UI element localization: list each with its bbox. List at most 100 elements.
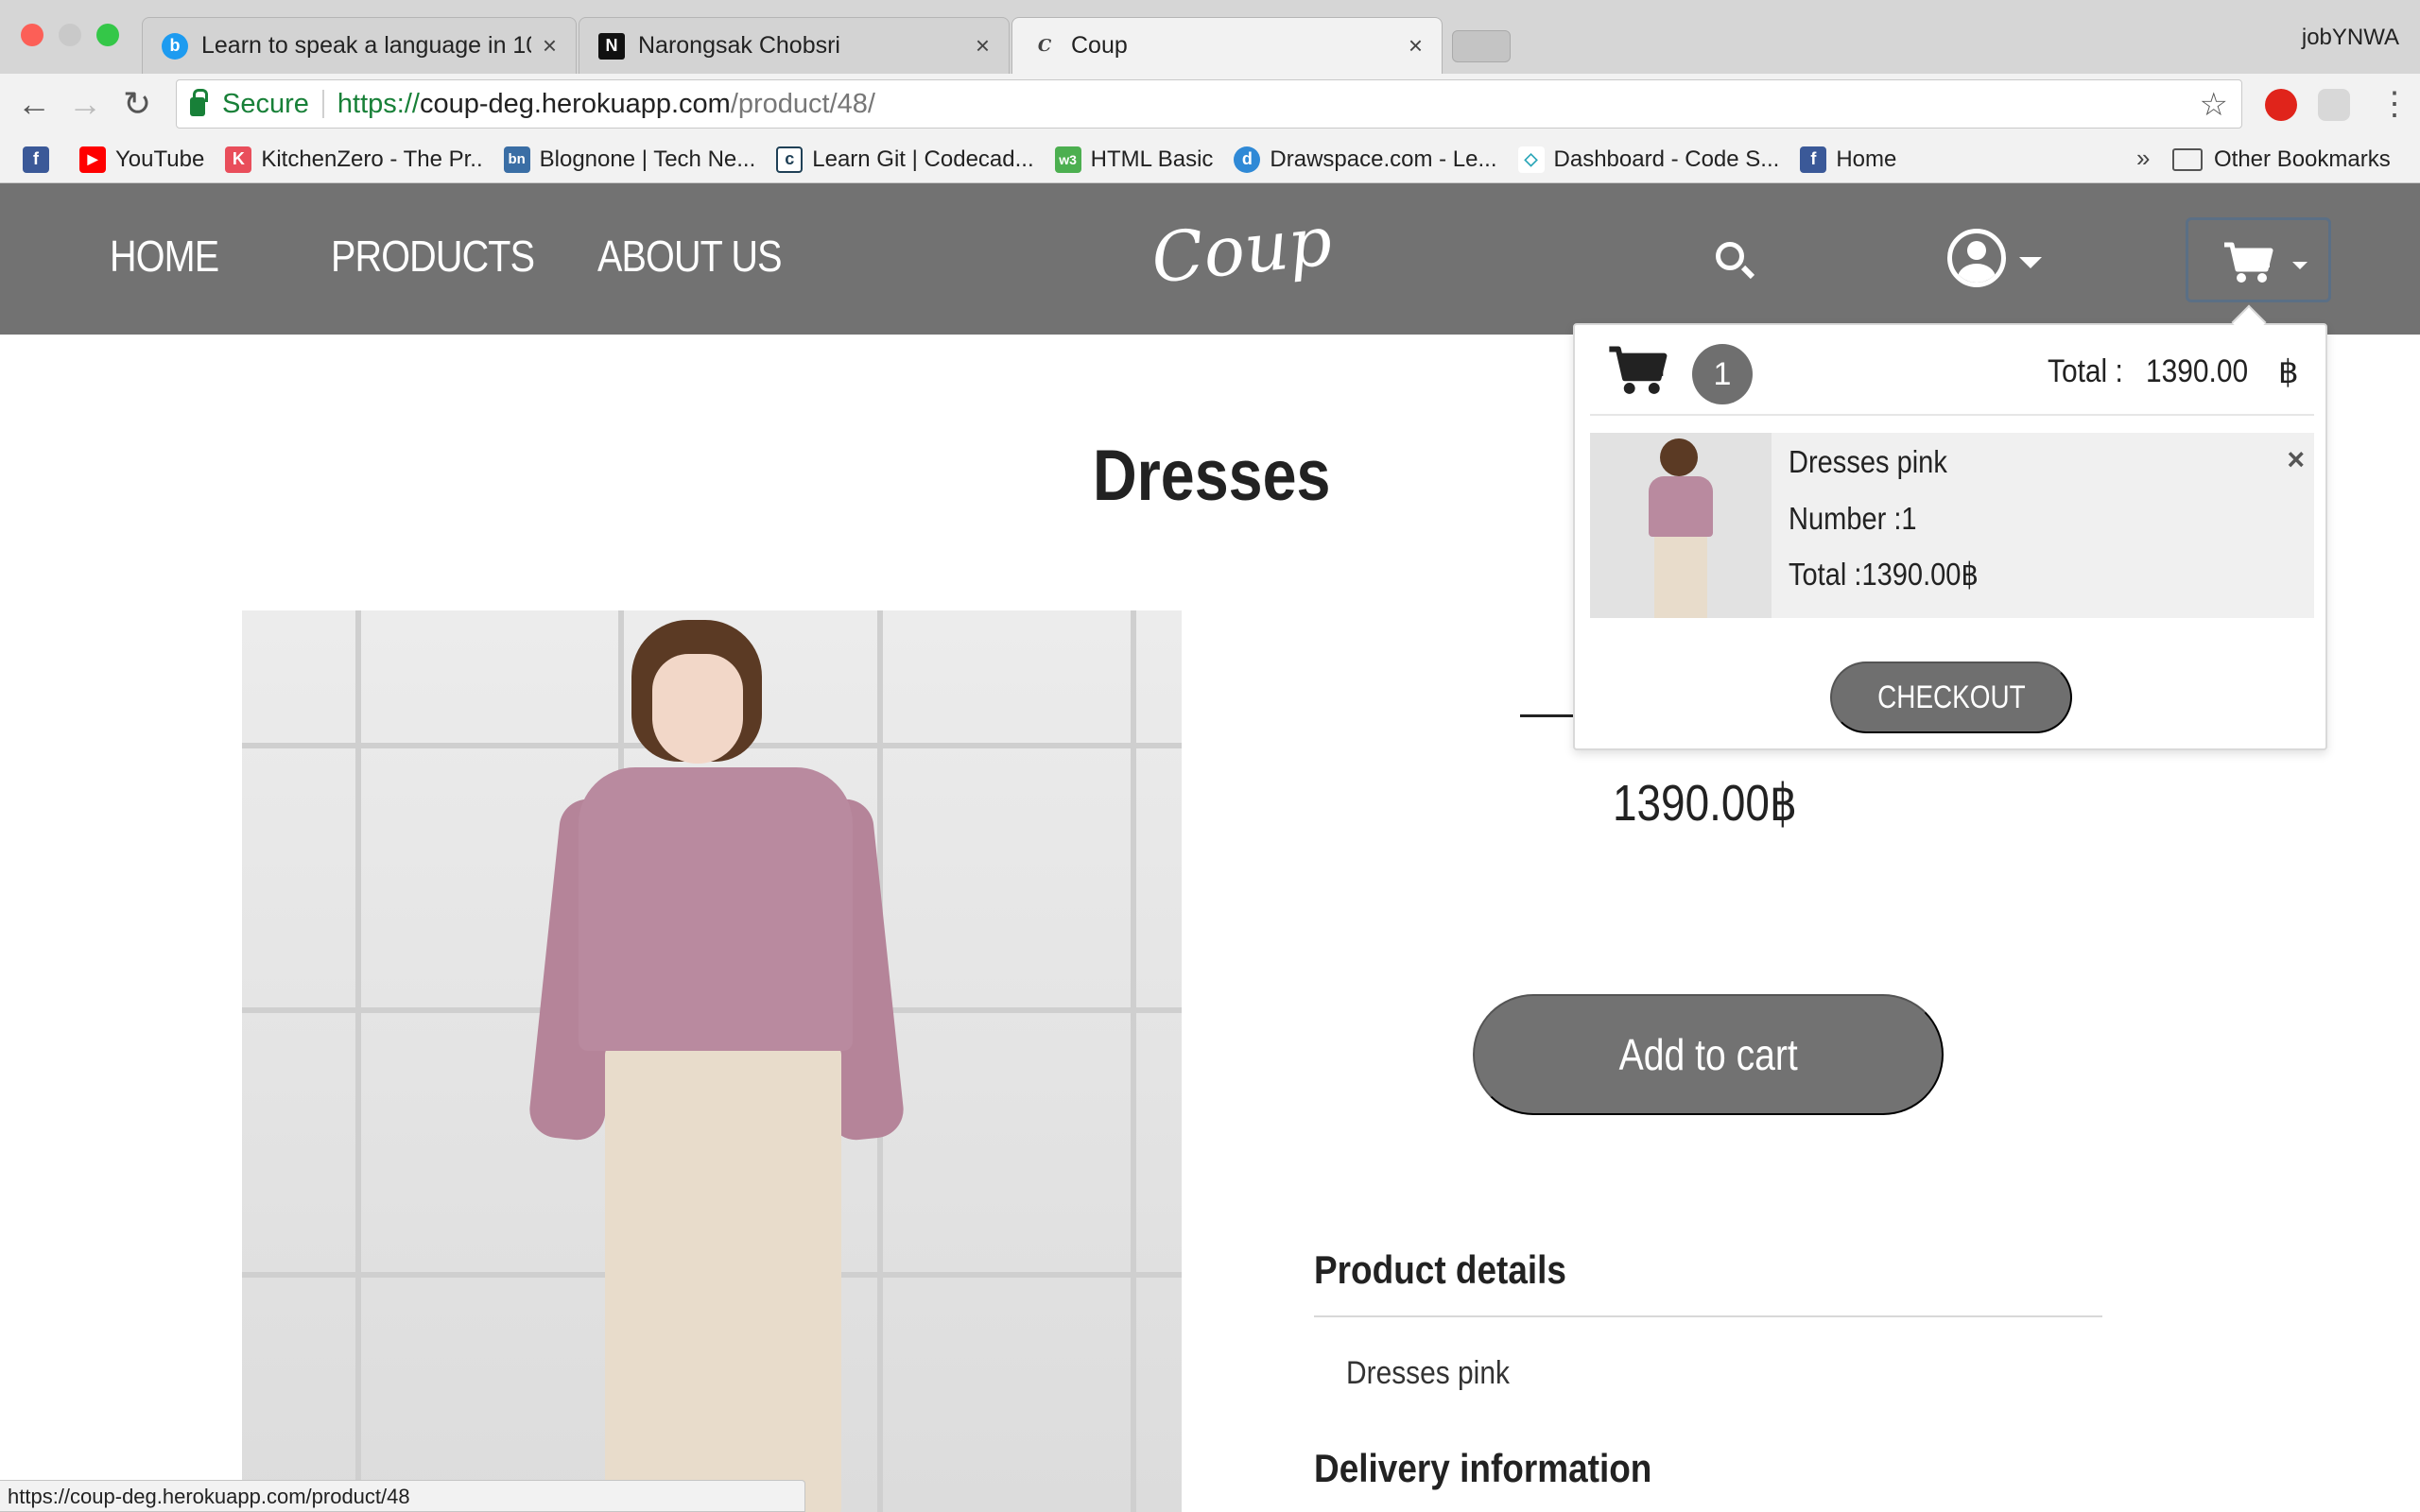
page-title: Dresses [1093, 436, 1331, 516]
chevron-down-icon[interactable] [2019, 257, 2042, 268]
status-bar-url: https://coup-deg.herokuapp.com/product/4… [0, 1480, 805, 1512]
url-scheme: https:// [337, 88, 420, 119]
url-path: /product/48/ [730, 88, 875, 119]
notion-icon: N [598, 32, 625, 60]
product-details-text: Dresses pink [1346, 1355, 1510, 1391]
nav-about-link[interactable]: ABOUT US [597, 231, 782, 282]
product-image[interactable] [242, 610, 1182, 1512]
bookmark-label: HTML Basic [1090, 146, 1214, 172]
bookmark-label: Home [1836, 146, 1897, 172]
bookmark-label: YouTube [115, 146, 205, 172]
folder-icon [2172, 148, 2203, 171]
cart-item-thumbnail[interactable] [1590, 433, 1772, 618]
cart-total-label: Total : [2048, 353, 2123, 389]
other-bookmarks[interactable]: Other Bookmarks [2172, 136, 2391, 183]
bookmark-item[interactable]: d Drawspace.com - Le... [1234, 146, 1497, 173]
bookmark-label: Blognone | Tech Ne... [539, 146, 756, 172]
browser-tab-active[interactable]: C Coup × [1011, 17, 1443, 74]
forward-arrow-icon[interactable]: → [68, 87, 102, 121]
lock-icon [190, 89, 208, 116]
user-account-icon[interactable] [1947, 229, 2006, 287]
bookmark-item[interactable]: ◇ Dashboard - Code S... [1517, 146, 1780, 173]
cart-button[interactable] [2186, 217, 2331, 302]
bookmark-item[interactable]: w3 HTML Basic [1054, 146, 1214, 173]
product-price: 1390.00฿ [1613, 775, 1798, 832]
thumb-sweater [1649, 476, 1713, 537]
close-icon[interactable]: × [1409, 31, 1423, 60]
bookmark-item[interactable]: c Learn Git | Codecad... [776, 146, 1034, 173]
cart-dropdown: 1 Total : 1390.00 ฿ Dresses pink Number … [1573, 323, 2327, 750]
other-bookmarks-label: Other Bookmarks [2214, 146, 2391, 172]
shopping-cart-icon [1609, 346, 1668, 394]
close-icon[interactable]: × [976, 31, 990, 60]
user-head-shape [1967, 241, 1986, 260]
cart-count-badge: 1 [1692, 344, 1753, 404]
bookmark-label: Drawspace.com - Le... [1270, 146, 1497, 172]
bing-icon: b [162, 32, 188, 60]
bookmark-label: Learn Git | Codecad... [812, 146, 1034, 172]
bookmark-label: Dashboard - Code S... [1553, 146, 1780, 172]
codeschool-icon: ◇ [1517, 146, 1545, 173]
search-icon[interactable] [1716, 242, 1744, 270]
model-figure [527, 620, 907, 1512]
profile-name[interactable]: jobYNWA [2302, 25, 2399, 51]
remove-item-icon[interactable]: × [2287, 442, 2305, 477]
thumb-pants [1654, 535, 1707, 618]
close-window-button[interactable] [21, 24, 43, 46]
cart-total-value: 1390.00 [2146, 353, 2249, 389]
shopping-cart-icon [2224, 242, 2273, 283]
blognone-icon: bn [503, 146, 530, 173]
browser-tab[interactable]: b Learn to speak a language in 10 × [142, 17, 577, 74]
bookmark-item[interactable]: K KitchenZero - The Pr.. [225, 146, 483, 173]
back-arrow-icon[interactable]: ← [17, 87, 51, 121]
nav-products-link[interactable]: PRODUCTS [331, 231, 535, 282]
bookmark-item[interactable]: bn Blognone | Tech Ne... [503, 146, 756, 173]
add-to-cart-button[interactable]: Add to cart [1473, 994, 1944, 1115]
bookmarks-overflow-icon[interactable]: » [2136, 144, 2150, 173]
bookmark-item[interactable]: f Home [1800, 146, 1896, 173]
new-tab-button[interactable] [1452, 30, 1511, 62]
divider [1590, 414, 2314, 416]
coup-favicon-icon: C [1037, 36, 1052, 56]
nav-home-link[interactable]: HOME [110, 231, 219, 282]
divider [321, 90, 324, 118]
product-details-heading[interactable]: Product details [1314, 1247, 1566, 1293]
shield-extension-icon[interactable] [2318, 89, 2350, 121]
model-sweater [579, 767, 853, 1051]
thumb-hair [1660, 438, 1698, 476]
secure-label: Secure [222, 88, 309, 119]
minimize-window-button[interactable] [59, 24, 81, 46]
bookmark-label: KitchenZero - The Pr.. [261, 146, 483, 172]
checkout-button[interactable]: CHECKOUT [1830, 662, 2072, 733]
maximize-window-button[interactable] [96, 24, 119, 46]
bookmark-item[interactable]: f [23, 146, 59, 173]
divider [1314, 1315, 2102, 1317]
cart-item-name[interactable]: Dresses pink [1789, 444, 1947, 480]
cart-item-total: Total :1390.00฿ [1789, 557, 1979, 592]
facebook-icon: f [1800, 146, 1827, 173]
drawspace-icon: d [1234, 146, 1261, 173]
user-body-shape [1958, 264, 1996, 283]
delivery-info-heading[interactable]: Delivery information [1314, 1446, 1651, 1491]
w3schools-icon: w3 [1054, 146, 1081, 173]
close-icon[interactable]: × [543, 31, 557, 60]
youtube-icon: ▶ [79, 146, 106, 173]
bookmark-item[interactable]: ▶ YouTube [79, 146, 204, 173]
browser-tab-strip: b Learn to speak a language in 10 × N Na… [0, 0, 2420, 74]
address-bar[interactable]: Secure https:// coup-deg.herokuapp.com /… [176, 79, 2242, 129]
adblock-extension-icon[interactable] [2265, 89, 2297, 121]
bookmark-star-icon[interactable]: ☆ [2200, 86, 2228, 124]
cart-total-currency: ฿ [2278, 354, 2299, 390]
divider [1520, 714, 1577, 717]
site-logo[interactable]: Coup [1148, 200, 1336, 298]
add-to-cart-label: Add to cart [1618, 1030, 1798, 1079]
reload-icon[interactable]: ↻ [123, 87, 151, 121]
tab-title: Learn to speak a language in 10 [201, 32, 531, 59]
browser-tab[interactable]: N Narongsak Chobsri × [579, 17, 1010, 74]
codecademy-icon: c [776, 146, 804, 173]
kitchenzero-icon: K [225, 146, 252, 173]
bookmarks-bar: f ▶ YouTube K KitchenZero - The Pr.. bn … [0, 136, 2420, 183]
model-face [652, 654, 743, 764]
chevron-down-icon [2292, 262, 2308, 269]
menu-kebab-icon[interactable]: ⋮ [2378, 87, 2411, 121]
